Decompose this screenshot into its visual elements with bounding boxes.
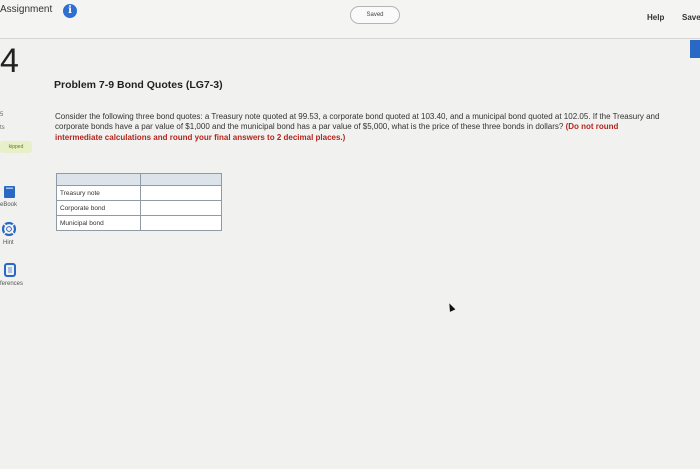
- assignment-title: Assignment: [0, 4, 53, 15]
- hint-label[interactable]: Hint: [3, 240, 14, 246]
- municipal-bond-input[interactable]: [141, 217, 221, 229]
- references-label[interactable]: ferences: [0, 281, 23, 287]
- problem-title: Problem 7-9 Bond Quotes (LG7-3): [54, 79, 223, 91]
- book-icon[interactable]: [3, 185, 17, 199]
- row-label-treasury-note: Treasury note: [56, 185, 141, 201]
- problem-statement: Consider the following three bond quotes…: [55, 112, 665, 143]
- lifebuoy-icon[interactable]: [2, 222, 16, 236]
- info-icon[interactable]: i: [63, 4, 77, 18]
- skipped-badge: kipped: [0, 141, 32, 153]
- header-divider: [0, 38, 700, 39]
- treasury-note-input[interactable]: [141, 187, 221, 199]
- references-icon[interactable]: [3, 263, 17, 277]
- save-button[interactable]: Save: [682, 13, 700, 22]
- points-label: ts: [0, 125, 5, 131]
- ebook-label[interactable]: eBook: [0, 202, 17, 208]
- table-row: Corporate bond: [56, 200, 222, 216]
- answer-table: Treasury note Corporate bond Municipal b…: [56, 173, 222, 231]
- table-header-row: [56, 173, 222, 186]
- question-number: 4: [0, 42, 19, 80]
- table-row: Municipal bond: [56, 215, 222, 231]
- top-bar: Assignment i Saved Help Save: [0, 0, 700, 38]
- corporate-bond-input[interactable]: [141, 202, 221, 214]
- help-button[interactable]: Help: [647, 13, 664, 22]
- side-panel-tab[interactable]: [690, 40, 700, 58]
- points-value: 5: [0, 112, 4, 118]
- row-label-corporate-bond: Corporate bond: [56, 200, 141, 216]
- saved-status-badge: Saved: [350, 6, 400, 24]
- mouse-cursor-icon: [446, 302, 456, 312]
- row-label-municipal-bond: Municipal bond: [56, 215, 141, 231]
- table-row: Treasury note: [56, 185, 222, 201]
